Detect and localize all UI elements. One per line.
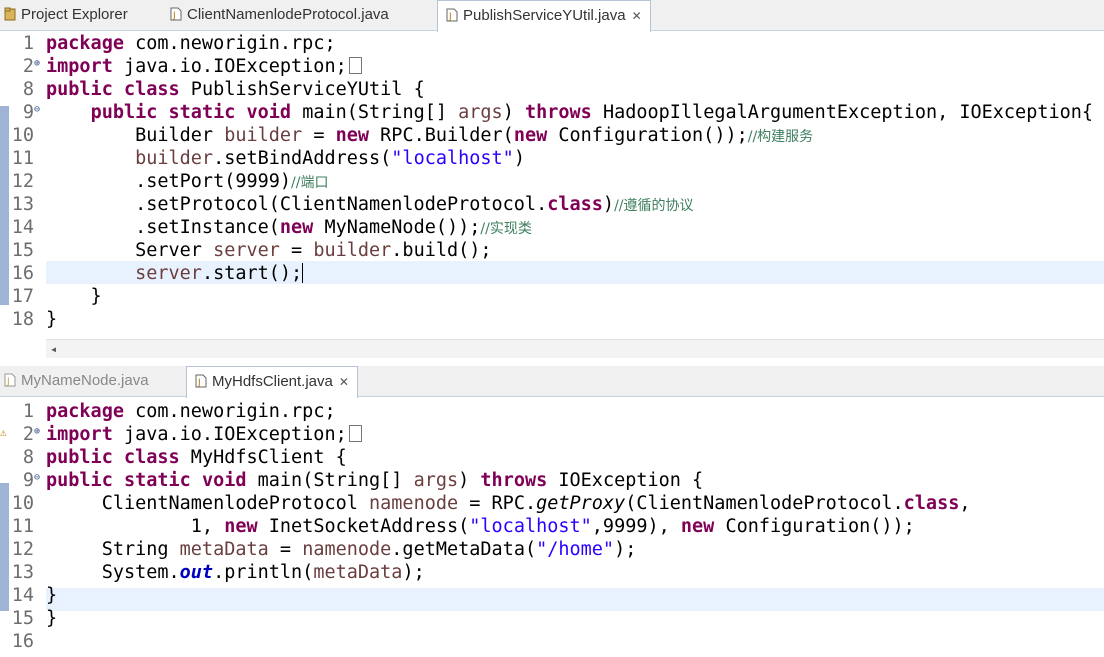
- tab-mynamenode[interactable]: J MyNameNode.java: [4, 366, 149, 396]
- line-number: 11: [11, 516, 34, 537]
- line-number: 18: [11, 309, 34, 330]
- code-line: 1, new InetSocketAddress("localhost",999…: [46, 516, 915, 537]
- close-icon[interactable]: ✕: [632, 9, 642, 23]
- code-line: ClientNamenlodeProtocol namenode = RPC.g…: [46, 493, 971, 514]
- line-number: 1: [22, 33, 34, 54]
- code-line: }: [46, 309, 58, 330]
- bottom-editor-pane: J MyNameNode.java J MyHdfsClient.java ✕ ⚠…: [0, 366, 1104, 657]
- code-line: import java.io.IOException;: [46, 424, 362, 445]
- expand-icon[interactable]: ⊕: [34, 58, 40, 69]
- scroll-left-icon[interactable]: ◂: [50, 340, 57, 358]
- svg-text:J: J: [172, 11, 176, 21]
- code-line: .setProtocol(ClientNamenlodeProtocol.cla…: [46, 194, 694, 215]
- line-number: 14: [11, 217, 34, 238]
- tab-myhdfsclient[interactable]: J MyHdfsClient.java ✕: [186, 366, 358, 398]
- svg-text:J: J: [197, 378, 201, 388]
- close-icon[interactable]: ✕: [339, 375, 349, 389]
- code-line: public static void main(String[] args) t…: [46, 470, 704, 491]
- tab-label: ClientNamenlodeProtocol.java: [187, 6, 389, 23]
- tab-label: MyNameNode.java: [21, 372, 149, 389]
- line-number: 13: [11, 562, 34, 583]
- code-line: String metaData = namenode.getMetaData("…: [46, 539, 637, 560]
- code-line: Builder builder = new RPC.Builder(new Co…: [46, 125, 814, 146]
- java-file-icon: J: [446, 3, 458, 22]
- line-number: 10: [11, 125, 34, 146]
- line-number: 8: [22, 79, 34, 100]
- top-editor-pane: Project Explorer J ClientNamenlodeProtoc…: [0, 0, 1104, 362]
- code-line: public class MyHdfsClient {: [46, 447, 347, 468]
- tab-label: MyHdfsClient.java: [212, 373, 333, 390]
- code-line: public class PublishServiceYUtil {: [46, 79, 425, 100]
- code-line: }: [46, 286, 102, 307]
- java-file-icon: J: [195, 369, 207, 388]
- code-line: Server server = builder.build();: [46, 240, 492, 261]
- svg-text:J: J: [6, 377, 10, 387]
- java-file-icon: J: [170, 2, 182, 21]
- top-tab-bar: Project Explorer J ClientNamenlodeProtoc…: [0, 0, 1104, 32]
- svg-text:J: J: [448, 12, 452, 22]
- code-line: System.out.println(metaData);: [46, 562, 425, 583]
- expand-icon[interactable]: ⊕: [34, 426, 40, 437]
- horizontal-scrollbar[interactable]: ◂: [46, 339, 1104, 358]
- line-number: 14: [11, 585, 34, 606]
- line-number: 16: [11, 631, 34, 652]
- tab-clientnamenlodeprotocol[interactable]: J ClientNamenlodeProtocol.java: [170, 0, 389, 30]
- code-line: server.start();: [135, 263, 304, 284]
- line-number: 2: [22, 424, 34, 445]
- line-number: 15: [11, 608, 34, 629]
- bottom-tab-bar: J MyNameNode.java J MyHdfsClient.java ✕: [0, 366, 1104, 398]
- code-line: }: [46, 608, 58, 629]
- project-explorer-icon: [4, 2, 16, 21]
- code-line: import java.io.IOException;: [46, 56, 362, 77]
- collapse-icon[interactable]: ⊖: [34, 104, 40, 115]
- tab-label: Project Explorer: [21, 6, 128, 23]
- code-line: .setInstance(new MyNameNode());//实现类: [46, 217, 532, 238]
- collapse-icon[interactable]: ⊖: [34, 472, 40, 483]
- line-number: 2: [22, 56, 34, 77]
- code-editor[interactable]: ⊕ ⊖ 1 2 8 9 10 11 12 13 14 15 16 17 18 p…: [0, 31, 1104, 363]
- code-line: .setPort(9999)//端口: [46, 171, 329, 192]
- tab-label: PublishServiceYUtil.java: [463, 7, 626, 24]
- code-line: }: [46, 585, 58, 606]
- tab-publishserviceyutil[interactable]: J PublishServiceYUtil.java ✕: [437, 0, 651, 32]
- line-number: 13: [11, 194, 34, 215]
- line-number: 8: [22, 447, 34, 468]
- java-file-icon: J: [4, 368, 16, 387]
- line-number: 1: [22, 401, 34, 422]
- line-number: 17: [11, 286, 34, 307]
- line-number: 12: [11, 539, 34, 560]
- line-number: 15: [11, 240, 34, 261]
- code-line: package com.neworigin.rpc;: [46, 33, 336, 54]
- code-line: public static void main(String[] args) t…: [90, 102, 1094, 123]
- line-number: 11: [11, 148, 34, 169]
- line-number: 16: [11, 263, 34, 284]
- code-line: builder.setBindAddress("localhost"): [135, 148, 525, 169]
- current-line-highlight: [46, 588, 1104, 611]
- code-editor[interactable]: ⚠ ⊕ ⊖ 1 2 8 9 10 11 12 13 14 15 16 packa…: [0, 397, 1104, 657]
- line-number: 9: [22, 470, 34, 491]
- line-number: 10: [11, 493, 34, 514]
- line-number: 12: [11, 171, 34, 192]
- line-number: 9: [22, 102, 34, 123]
- tab-project-explorer[interactable]: Project Explorer: [4, 0, 128, 30]
- code-line: package com.neworigin.rpc;: [46, 401, 336, 422]
